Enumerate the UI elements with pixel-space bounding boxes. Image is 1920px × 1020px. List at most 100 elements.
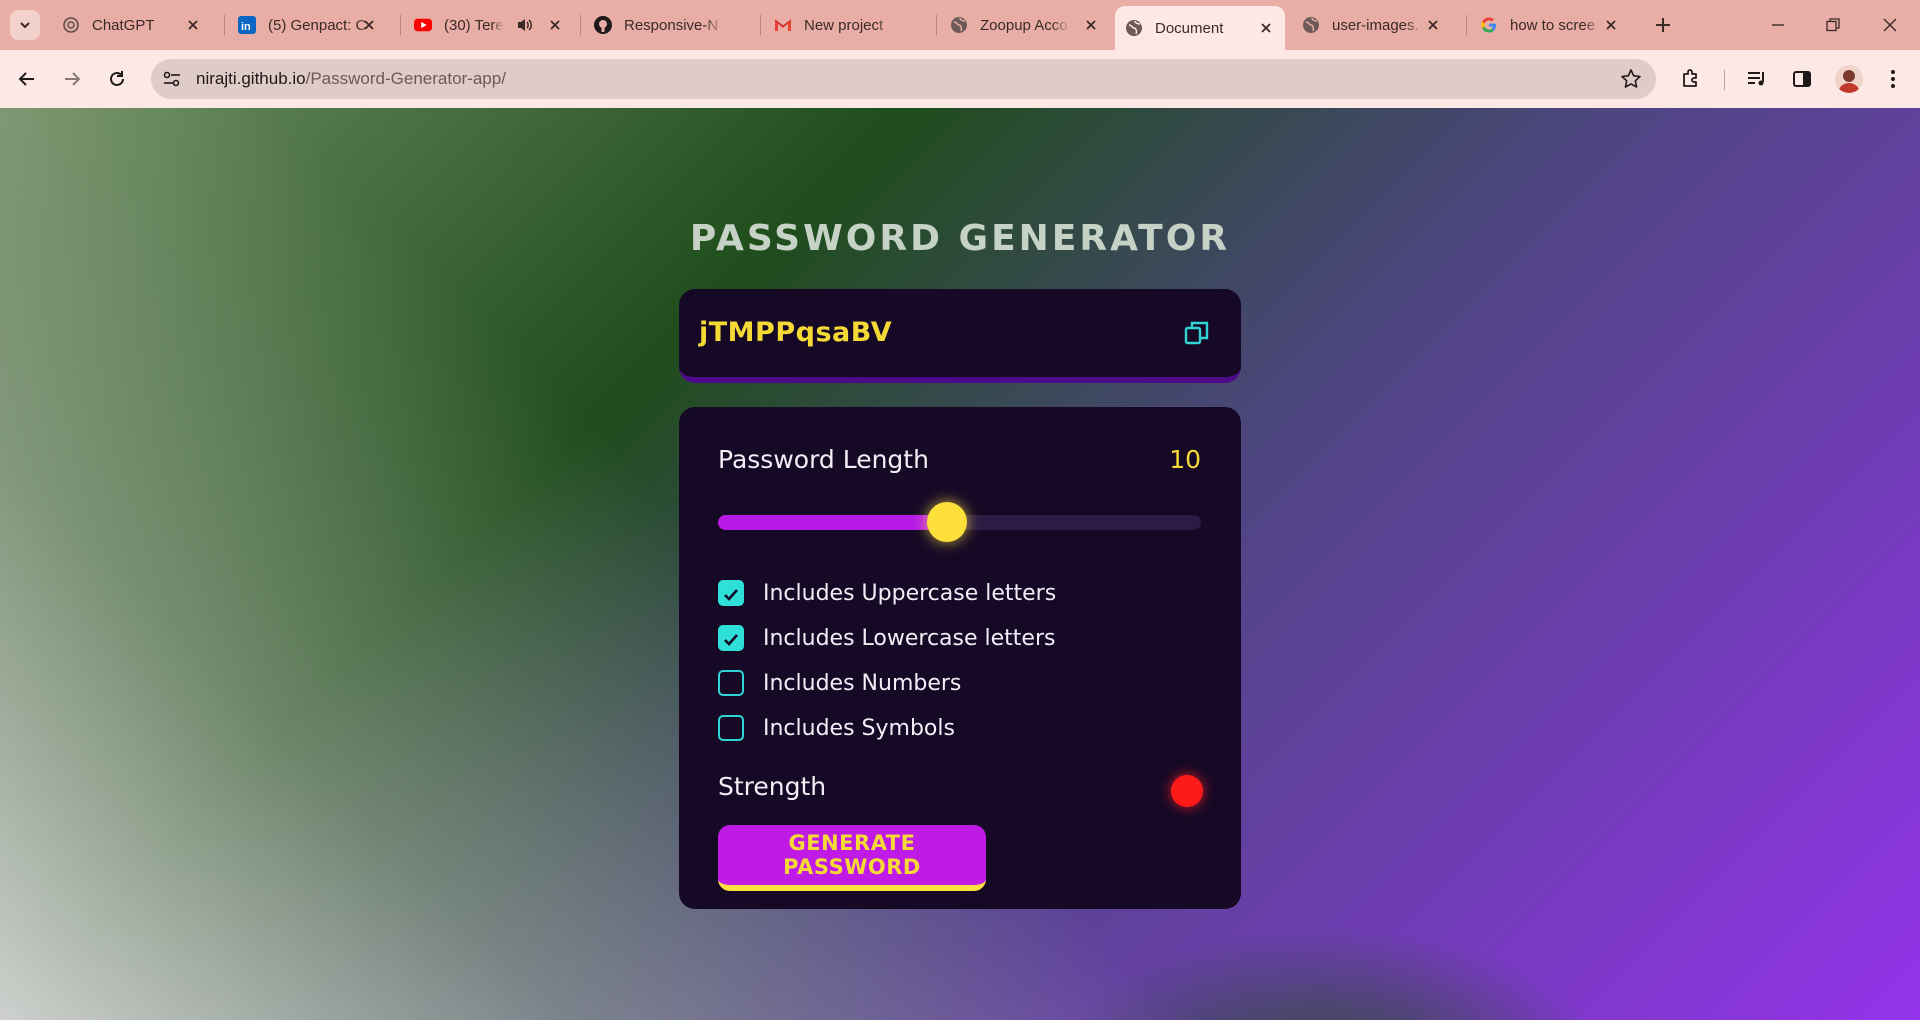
reload-icon xyxy=(110,71,124,86)
tab-chatgpt[interactable]: ChatGPT xyxy=(52,8,212,42)
close-tab-icon[interactable] xyxy=(546,16,564,34)
length-slider[interactable] xyxy=(718,502,1201,542)
option-label: Includes Symbols xyxy=(763,715,955,741)
close-window-button[interactable] xyxy=(1877,12,1903,38)
url-host: nirajti.github.io xyxy=(196,69,306,88)
uppercase-checkbox[interactable] xyxy=(718,580,744,606)
slider-thumb[interactable] xyxy=(926,502,967,542)
tab-divider xyxy=(580,15,581,35)
tab-title: user-images. xyxy=(1332,16,1419,34)
back-button[interactable] xyxy=(11,63,43,95)
option-lowercase[interactable]: Includes Lowercase letters xyxy=(718,621,1055,655)
numbers-checkbox[interactable] xyxy=(718,670,744,696)
url-path: /Password-Generator-app/ xyxy=(305,69,506,88)
tab-gmail[interactable]: New project xyxy=(764,8,934,42)
close-tab-icon[interactable] xyxy=(1424,16,1442,34)
svg-text:in: in xyxy=(241,21,251,33)
gmail-icon xyxy=(774,16,792,34)
tab-title: Zoopup Acco xyxy=(980,16,1068,34)
globe-icon xyxy=(1302,16,1320,34)
tab-divider xyxy=(936,15,937,35)
checkmark-icon xyxy=(724,589,738,601)
globe-icon xyxy=(950,16,968,34)
minimize-icon xyxy=(1772,24,1784,26)
option-numbers[interactable]: Includes Numbers xyxy=(718,666,961,700)
plus-icon xyxy=(1656,18,1670,32)
site-info-icon[interactable] xyxy=(161,68,183,90)
tab-search-button[interactable] xyxy=(10,10,40,40)
reload-button[interactable] xyxy=(101,63,133,95)
checkmark-icon xyxy=(724,634,738,646)
address-bar[interactable]: nirajti.github.io/Password-Generator-app… xyxy=(151,59,1656,99)
url-text: nirajti.github.io/Password-Generator-app… xyxy=(196,69,506,89)
forward-button[interactable] xyxy=(56,63,88,95)
bookmark-star-icon[interactable] xyxy=(1620,68,1642,90)
strength-label: Strength xyxy=(718,772,827,801)
close-tab-icon[interactable] xyxy=(184,16,202,34)
restore-icon xyxy=(1826,18,1840,32)
close-tab-icon[interactable] xyxy=(1602,16,1620,34)
media-queue-icon xyxy=(1748,72,1764,86)
tab-title: New project xyxy=(804,16,884,34)
close-tab-icon[interactable] xyxy=(1257,19,1275,37)
tab-linkedin[interactable]: in (5) Genpact: C xyxy=(228,8,388,42)
option-symbols[interactable]: Includes Symbols xyxy=(718,711,955,745)
tab-user-images[interactable]: user-images. xyxy=(1292,8,1452,42)
tab-github[interactable]: Responsive-N xyxy=(584,8,754,42)
tab-title: (30) Tere xyxy=(444,16,504,34)
tab-youtube[interactable]: (30) Tere xyxy=(404,8,574,42)
minimize-button[interactable] xyxy=(1765,12,1791,38)
length-label: Password Length xyxy=(718,445,929,474)
lowercase-checkbox[interactable] xyxy=(718,625,744,651)
arrow-left-icon xyxy=(18,72,34,86)
media-control-button[interactable] xyxy=(1741,63,1773,95)
copy-icon[interactable] xyxy=(1183,319,1211,347)
tab-title: Document xyxy=(1155,19,1224,37)
profile-avatar[interactable] xyxy=(1835,65,1863,93)
slider-fill xyxy=(718,515,947,530)
youtube-icon xyxy=(414,16,432,34)
chevron-down-icon xyxy=(20,22,30,29)
close-tab-icon[interactable] xyxy=(360,16,378,34)
generated-password: jTMPPqsaBV xyxy=(699,317,893,348)
close-tab-icon[interactable] xyxy=(1082,16,1100,34)
chatgpt-icon xyxy=(62,16,80,34)
speaker-icon[interactable] xyxy=(516,16,534,39)
avatar-icon xyxy=(1835,65,1863,93)
linkedin-icon: in xyxy=(238,16,256,34)
puzzle-icon xyxy=(1683,69,1697,87)
side-panel-button[interactable] xyxy=(1786,63,1818,95)
option-uppercase[interactable]: Includes Uppercase letters xyxy=(718,576,1056,610)
tab-divider xyxy=(1466,15,1467,35)
strength-indicator xyxy=(1171,775,1203,807)
tab-document[interactable]: Document xyxy=(1115,6,1285,50)
new-tab-button[interactable] xyxy=(1650,12,1676,38)
kebab-menu-icon xyxy=(1891,70,1895,88)
symbols-checkbox[interactable] xyxy=(718,715,744,741)
page-background: PASSWORD GENERATOR jTMPPqsaBV Password L… xyxy=(0,108,1920,1020)
length-value: 10 xyxy=(1169,445,1201,474)
tab-google-search[interactable]: how to scree xyxy=(1470,8,1630,42)
tab-divider xyxy=(400,15,401,35)
option-label: Includes Uppercase letters xyxy=(763,580,1057,606)
restore-button[interactable] xyxy=(1820,12,1846,38)
globe-icon xyxy=(1125,19,1143,37)
tab-zoopup[interactable]: Zoopup Acco xyxy=(940,8,1110,42)
github-icon xyxy=(594,16,612,34)
arrow-right-icon xyxy=(65,72,81,86)
tab-divider xyxy=(224,15,225,35)
side-panel-icon xyxy=(1793,71,1811,87)
browser-menu-button[interactable] xyxy=(1877,63,1909,95)
google-icon xyxy=(1480,16,1498,34)
toolbar-divider xyxy=(1724,70,1725,90)
tab-title: how to scree xyxy=(1510,16,1596,34)
app-title: PASSWORD GENERATOR xyxy=(689,218,1231,259)
generate-password-button[interactable]: GENERATE PASSWORD xyxy=(718,825,986,891)
option-label: Includes Lowercase letters xyxy=(763,625,1056,651)
tab-title: Responsive-N xyxy=(624,16,719,34)
option-label: Includes Numbers xyxy=(763,670,962,696)
password-display: jTMPPqsaBV xyxy=(679,289,1241,383)
browser-toolbar: nirajti.github.io/Password-Generator-app… xyxy=(0,50,1920,108)
tab-divider xyxy=(760,15,761,35)
extensions-button[interactable] xyxy=(1675,63,1707,95)
